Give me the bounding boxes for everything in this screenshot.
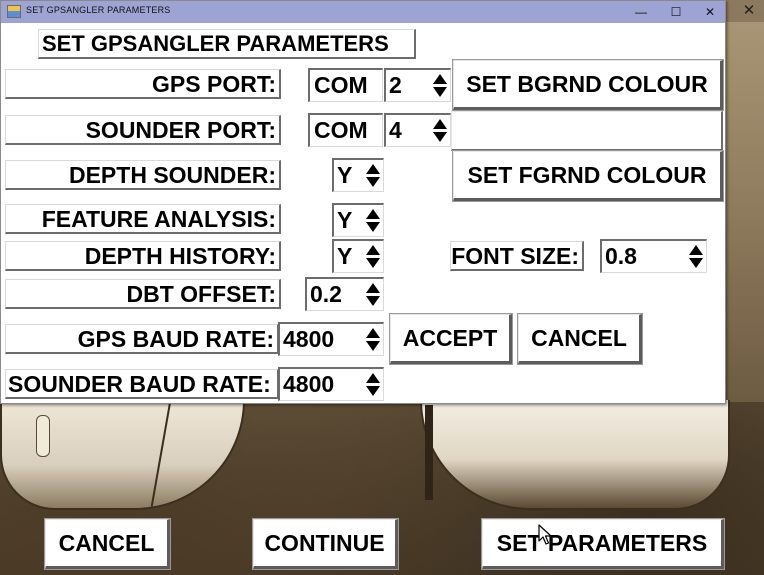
boat-fender [36,415,50,457]
form-heading: SET GPSANGLER PARAMETERS [38,29,416,59]
main-cancel-button[interactable]: CANCEL [44,518,171,570]
dbt-offset-value: 0.2 [310,281,342,307]
outer-close-icon[interactable]: ✕ [736,2,762,20]
gps-baud-rate-value: 4800 [283,326,335,352]
up-down-arrows-icon[interactable] [432,117,448,145]
boat-post [425,405,433,500]
depth-history-label: DEPTH HISTORY: [5,241,281,271]
sounder-port-label: SOUNDER PORT: [5,115,281,145]
depth-sounder-value: Y [337,162,353,188]
up-down-arrows-icon[interactable] [365,326,381,354]
gps-port-type-field[interactable]: COM [308,68,383,102]
parameters-dialog: SET GPSANGLER PARAMETERS — ☐ ✕ SET GPSAN… [0,0,726,404]
up-down-arrows-icon[interactable] [432,72,448,100]
feature-analysis-spinner[interactable]: Y [332,203,384,237]
app-icon [7,5,21,18]
up-down-arrows-icon[interactable] [365,281,381,309]
up-down-arrows-icon[interactable] [365,207,381,235]
font-size-value: 0.8 [605,243,637,269]
font-size-label: FONT SIZE: [450,241,584,271]
dialog-title: SET GPSANGLER PARAMETERS [26,5,171,15]
main-continue-button[interactable]: CONTINUE [252,518,399,570]
sounder-baud-rate-label: SOUNDER BAUD RATE: [5,369,279,399]
accept-button[interactable]: ACCEPT [389,313,513,365]
sounder-port-type-field[interactable]: COM [308,113,383,147]
dialog-titlebar: SET GPSANGLER PARAMETERS — ☐ ✕ [1,1,725,23]
close-icon[interactable]: ✕ [693,1,727,23]
depth-history-value: Y [337,243,353,269]
gps-baud-rate-spinner[interactable]: 4800 [278,322,384,356]
feature-analysis-label: FEATURE ANALYSIS: [5,204,281,234]
mouse-pointer-icon [538,524,552,545]
up-down-arrows-icon[interactable] [688,243,704,271]
colour-preview-box [451,111,723,151]
minimize-icon[interactable]: — [624,1,658,23]
font-size-spinner[interactable]: 0.8 [600,239,707,273]
gps-port-number-spinner[interactable]: 2 [384,68,451,102]
gps-port-label: GPS PORT: [5,69,281,99]
dbt-offset-spinner[interactable]: 0.2 [305,277,384,311]
set-parameters-button[interactable]: SET PARAMETERS [481,518,725,570]
gps-baud-rate-label: GPS BAUD RATE: [5,324,279,354]
gps-port-number-value: 2 [389,72,402,98]
feature-analysis-value: Y [337,207,353,233]
sounder-baud-rate-value: 4800 [283,371,335,397]
set-fgrnd-colour-button[interactable]: SET FGRND COLOUR [452,150,724,202]
depth-history-spinner[interactable]: Y [332,239,384,273]
dialog-cancel-button[interactable]: CANCEL [517,313,643,365]
depth-sounder-spinner[interactable]: Y [332,158,384,192]
sounder-baud-rate-spinner[interactable]: 4800 [278,367,384,401]
up-down-arrows-icon[interactable] [365,371,381,399]
up-down-arrows-icon[interactable] [365,243,381,271]
sounder-port-number-value: 4 [389,117,402,143]
sounder-port-number-spinner[interactable]: 4 [384,113,451,147]
maximize-icon[interactable]: ☐ [659,1,693,23]
background-photo-edge [726,22,764,402]
depth-sounder-label: DEPTH SOUNDER: [5,160,281,190]
boat-right [420,400,730,510]
dbt-offset-label: DBT OFFSET: [5,279,281,309]
up-down-arrows-icon[interactable] [365,162,381,190]
set-bgrnd-colour-button[interactable]: SET BGRND COLOUR [452,59,724,111]
